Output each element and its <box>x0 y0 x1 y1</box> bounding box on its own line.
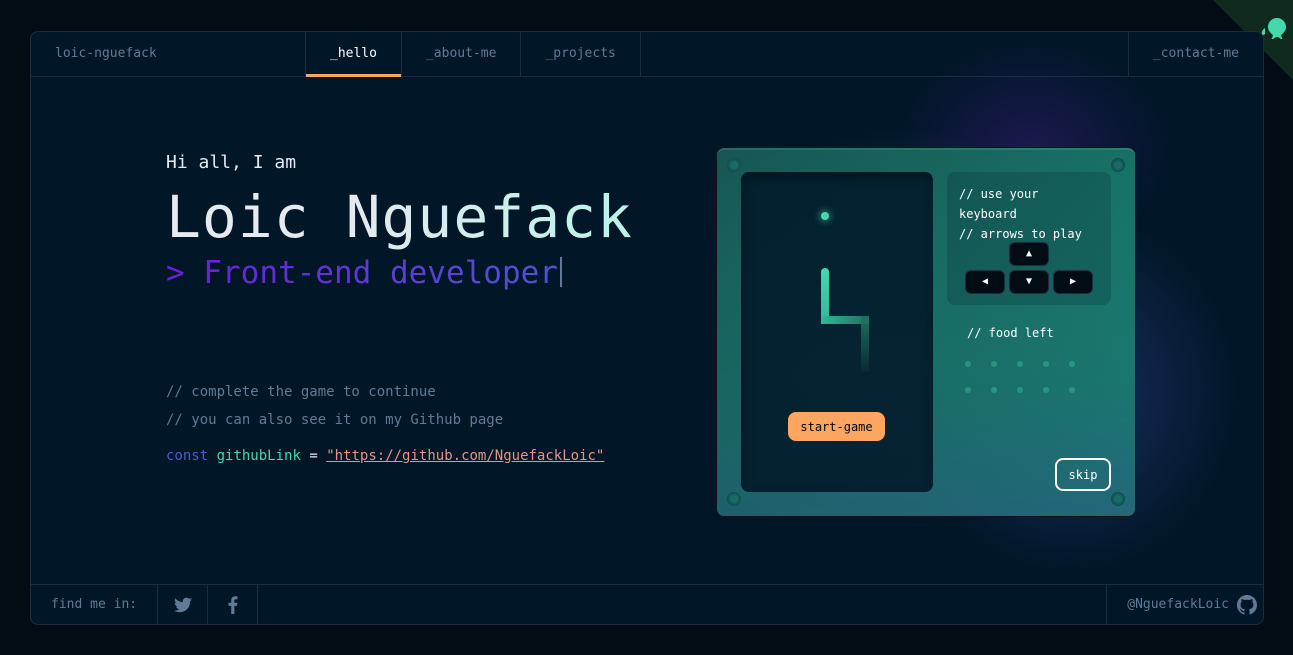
tab-projects[interactable]: _projects <box>521 32 641 76</box>
arrow-right-key[interactable]: ▶ <box>1053 270 1093 294</box>
food-dot <box>1069 387 1075 393</box>
greeting-text: Hi all, I am <box>166 152 297 173</box>
skip-button[interactable]: skip <box>1055 458 1111 491</box>
github-handle-link[interactable]: @NguefackLoic <box>1106 585 1263 624</box>
github-code-line: const githubLink = "https://github.com/N… <box>166 448 604 464</box>
developer-name: Loic Nguefack <box>166 183 633 251</box>
brand-name[interactable]: loic-nguefack <box>31 32 306 76</box>
portfolio-window: loic-nguefack _hello _about-me _projects… <box>30 31 1264 625</box>
start-game-button[interactable]: start-game <box>788 412 885 441</box>
screw-icon <box>727 492 741 506</box>
code-keyword: const <box>166 448 209 464</box>
github-handle: @NguefackLoic <box>1127 597 1229 612</box>
code-comments: // complete the game to continue // you … <box>166 384 604 476</box>
screw-icon <box>1111 158 1125 172</box>
twitter-link[interactable] <box>158 585 208 624</box>
food-dot <box>1043 387 1049 393</box>
github-link[interactable]: "https://github.com/NguefackLoic" <box>326 448 604 464</box>
text-cursor <box>559 257 562 287</box>
snake-tail <box>861 316 869 372</box>
code-operator: = <box>309 448 318 464</box>
code-variable: githubLink <box>216 448 301 464</box>
role-text: > Front-end developer <box>166 255 558 291</box>
food-dot <box>1017 387 1023 393</box>
developer-role: > Front-end developer <box>166 255 633 291</box>
food-dot <box>991 361 997 367</box>
comment-line-1: // complete the game to continue <box>166 384 436 400</box>
instructions-line-2: // arrows to play <box>959 227 1082 241</box>
facebook-link[interactable] <box>208 585 258 624</box>
food-dot <box>1017 361 1023 367</box>
screw-icon <box>1111 492 1125 506</box>
twitter-icon <box>173 597 192 612</box>
find-me-label: find me in: <box>31 585 158 624</box>
github-icon <box>1237 594 1257 615</box>
food-dot <box>965 361 971 367</box>
tab-contact-me[interactable]: _contact-me <box>1127 32 1263 76</box>
instructions-line-1: // use your keyboard <box>959 187 1039 221</box>
tab-hello[interactable]: _hello <box>306 32 402 77</box>
arrow-left-key[interactable]: ◀ <box>965 270 1005 294</box>
tab-about-me[interactable]: _about-me <box>402 32 522 76</box>
footer: find me in: @NguefackLoic <box>31 584 1263 624</box>
food-dot <box>1043 361 1049 367</box>
top-navigation: loic-nguefack _hello _about-me _projects… <box>31 32 1263 77</box>
food-dot <box>965 387 971 393</box>
hero-section: Hi all, I am Loic Nguefack > Front-end d… <box>166 152 633 291</box>
screw-icon <box>727 158 741 172</box>
arrow-up-key[interactable]: ▲ <box>1009 242 1049 266</box>
food-left-label: // food left <box>967 326 1054 340</box>
food-dot <box>991 387 997 393</box>
arrow-down-key[interactable]: ▼ <box>1009 270 1049 294</box>
comment-line-2: // you can also see it on my Github page <box>166 412 504 428</box>
facebook-icon <box>228 595 237 614</box>
snake-game-board: start-game // use your keyboard // arrow… <box>716 147 1136 517</box>
food-pellet <box>821 212 829 220</box>
food-dot <box>1069 361 1075 367</box>
instructions-panel: // use your keyboard // arrows to play ▲… <box>947 172 1111 305</box>
game-screen[interactable]: start-game <box>741 172 933 492</box>
